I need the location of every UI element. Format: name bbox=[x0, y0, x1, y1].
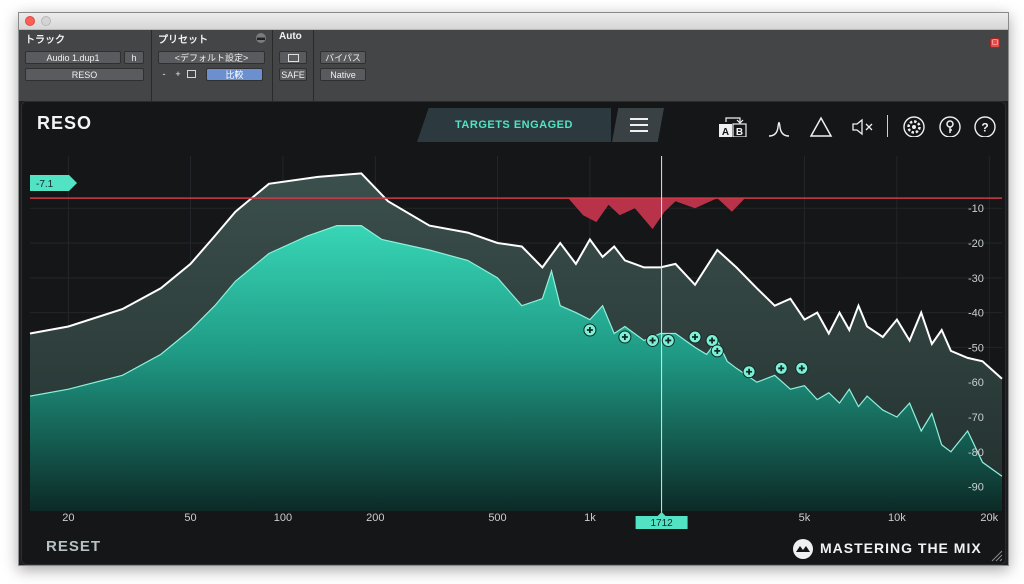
auto-section: Auto SAFE bbox=[273, 30, 314, 101]
compare-button[interactable]: 比較 bbox=[206, 68, 263, 81]
y-tick-label: -90 bbox=[968, 482, 984, 494]
hamburger-line bbox=[630, 124, 648, 126]
x-tick-label: 50 bbox=[184, 512, 196, 524]
reset-button[interactable]: RESET bbox=[46, 538, 101, 555]
bypass-button[interactable]: バイパス bbox=[320, 51, 366, 64]
bell-filter-icon[interactable] bbox=[767, 115, 791, 137]
minimize-window-button[interactable] bbox=[41, 16, 51, 26]
native-button[interactable]: Native bbox=[320, 68, 366, 81]
copy-icon[interactable] bbox=[187, 70, 196, 78]
automation-window-button[interactable] bbox=[279, 51, 307, 64]
plugin-title: RESO bbox=[37, 113, 93, 133]
preset-next-button[interactable]: + bbox=[172, 68, 184, 81]
y-tick-label: -80 bbox=[968, 447, 984, 459]
track-section: トラック Audio 1.dup1 h RESO bbox=[19, 30, 152, 101]
targets-engaged-label: TARGETS ENGAGED bbox=[455, 119, 573, 131]
key-icon[interactable] bbox=[938, 115, 962, 137]
brand-name: MASTERING THE MIX bbox=[820, 540, 982, 556]
x-tick-label: 1k bbox=[584, 512, 596, 524]
toolbar-divider bbox=[887, 115, 888, 137]
spectrum-chart[interactable]: 20 50 100 200 500 1k 5k 10k 20k -10 -20 -30 -40 -50 -6… bbox=[22, 102, 1005, 564]
x-tick-label: 200 bbox=[366, 512, 384, 524]
host-header: トラック Audio 1.dup1 h RESO プリセット ▬ <デフォルト設… bbox=[19, 30, 1008, 101]
help-icon[interactable]: ? bbox=[973, 115, 997, 137]
plugin-window: トラック Audio 1.dup1 h RESO プリセット ▬ <デフォルト設… bbox=[18, 12, 1009, 566]
svg-text:A: A bbox=[722, 127, 729, 137]
mtm-logo-icon bbox=[793, 539, 813, 559]
gear-icon[interactable] bbox=[902, 115, 926, 137]
track-h-button[interactable]: h bbox=[124, 51, 144, 64]
safe-button[interactable]: SAFE bbox=[279, 68, 307, 81]
svg-text:B: B bbox=[736, 127, 743, 137]
preset-previous-button[interactable]: - bbox=[158, 68, 170, 81]
hamburger-line bbox=[630, 130, 648, 132]
auto-label: Auto bbox=[279, 31, 302, 42]
reso-plugin: 20 50 100 200 500 1k 5k 10k 20k -10 -20 -30 -40 -50 -6… bbox=[21, 101, 1006, 565]
preset-section: プリセット ▬ <デフォルト設定> - + 比較 bbox=[152, 30, 273, 101]
y-tick-label: -60 bbox=[968, 377, 984, 389]
close-window-button[interactable] bbox=[25, 16, 35, 26]
bypass-section: バイパス Native bbox=[314, 30, 374, 101]
x-tick-label: 10k bbox=[888, 512, 906, 524]
x-tick-label: 100 bbox=[274, 512, 292, 524]
preset-label: プリセット bbox=[158, 35, 208, 46]
hamburger-line bbox=[630, 118, 648, 120]
ab-compare-icon[interactable]: A B bbox=[717, 115, 751, 137]
triangle-icon[interactable] bbox=[809, 115, 833, 137]
y-tick-label: -40 bbox=[968, 308, 984, 320]
svg-text:?: ? bbox=[981, 121, 988, 135]
speaker-mute-icon[interactable] bbox=[851, 115, 877, 137]
x-tick-label: 20 bbox=[62, 512, 74, 524]
y-tick-label: -30 bbox=[968, 273, 984, 285]
insert-selector[interactable]: RESO bbox=[25, 68, 144, 81]
y-tick-label: -70 bbox=[968, 412, 984, 424]
window-icon bbox=[287, 54, 299, 62]
x-tick-label: 20k bbox=[980, 512, 998, 524]
close-plugin-icon[interactable]: ▢ bbox=[990, 38, 1000, 48]
x-tick-label: 500 bbox=[488, 512, 506, 524]
threshold-badge-label: -7.1 bbox=[36, 179, 54, 190]
y-tick-label: -10 bbox=[968, 203, 984, 215]
preset-menu-icon[interactable]: ▬ bbox=[256, 33, 266, 43]
resize-handle-icon[interactable] bbox=[991, 550, 1003, 562]
y-tick-label: -20 bbox=[968, 238, 984, 250]
targets-engaged-button[interactable]: TARGETS ENGAGED bbox=[417, 108, 611, 142]
frequency-marker-label: 1712 bbox=[650, 518, 673, 529]
y-tick-label: -50 bbox=[968, 342, 984, 354]
track-selector[interactable]: Audio 1.dup1 bbox=[25, 51, 121, 64]
preset-selector[interactable]: <デフォルト設定> bbox=[158, 51, 265, 64]
x-tick-label: 5k bbox=[799, 512, 811, 524]
track-label: トラック bbox=[25, 35, 65, 46]
title-bar bbox=[19, 13, 1008, 30]
menu-button[interactable] bbox=[612, 108, 664, 142]
